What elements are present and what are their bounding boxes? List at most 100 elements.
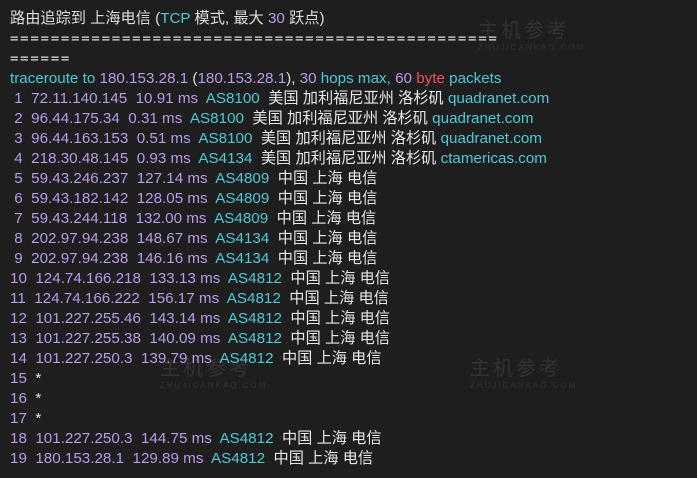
hop-asn: AS4812 [227, 310, 282, 327]
hop-row: 18 101.227.250.3 144.75 ms AS4812 中国 上海 … [10, 429, 697, 449]
hop-number: 10 [10, 270, 27, 287]
hop-number: 11 [10, 290, 26, 307]
hop-location: 中国 上海 电信 [273, 450, 374, 467]
hop-number: 1 [14, 90, 23, 107]
hop-latency: 144.75 ms [140, 430, 212, 447]
hop-row: 6 59.43.182.142 128.05 ms AS4809 中国 上海 电… [10, 189, 697, 209]
hop-asn: AS4809 [215, 190, 270, 207]
hop-latency: 10.91 ms [135, 90, 199, 107]
hop-number: 17 [10, 410, 27, 427]
hop-number: 4 [14, 150, 23, 167]
hop-latency: 140.09 ms [149, 330, 221, 347]
hop-asn: AS8100 [198, 130, 253, 147]
hop-location: 中国 上海 电信 [277, 250, 378, 267]
hop-asn: AS8100 [189, 110, 244, 127]
hop-latency: 133.13 ms [149, 270, 221, 287]
hop-asn: AS4809 [215, 170, 270, 187]
hop-location: 中国 上海 电信 [277, 170, 378, 187]
hop-latency: 129.89 ms [132, 450, 204, 467]
hop-number: 19 [10, 450, 27, 467]
hop-row: 2 96.44.175.34 0.31 ms AS8100 美国 加利福尼亚州 … [10, 109, 697, 129]
hop-row: 14 101.227.250.3 139.79 ms AS4812 中国 上海 … [10, 349, 697, 369]
hop-latency: 143.14 ms [149, 310, 221, 327]
hop-ip: 59.43.246.237 [31, 170, 129, 187]
hop-asn: AS4812 [226, 290, 281, 307]
hop-number: 14 [10, 350, 27, 367]
hop-ip: 202.97.94.238 [31, 250, 129, 267]
hop-ip: 59.43.244.118 [31, 210, 128, 227]
header-suffix: 跃点) [284, 10, 325, 27]
hop-row: 4 218.30.48.145 0.93 ms AS4134 美国 加利福尼亚州… [10, 149, 697, 169]
hop-number: 2 [14, 110, 23, 127]
hop-ip: * [35, 410, 42, 427]
hop-latency: 0.31 ms [128, 110, 183, 127]
hop-asn: AS4812 [211, 450, 266, 467]
hop-number: 3 [14, 130, 23, 147]
hop-asn: AS4812 [227, 270, 282, 287]
hop-asn: AS4809 [214, 210, 269, 227]
hop-latency: 139.79 ms [140, 350, 212, 367]
terminal-window[interactable]: 路由追踪到 上海电信 (TCP 模式, 最大 30 跃点) ==========… [0, 0, 697, 478]
hop-ip: 101.227.250.3 [35, 430, 133, 447]
traceroute-hops: 30 [299, 70, 317, 87]
hop-row: 11 124.74.166.222 156.17 ms AS4812 中国 上海… [10, 289, 697, 309]
hop-host: quadranet.com [432, 110, 534, 127]
hop-latency: 156.17 ms [148, 290, 220, 307]
hop-row: 5 59.43.246.237 127.14 ms AS4809 中国 上海 电… [10, 169, 697, 189]
hop-row: 7 59.43.244.118 132.00 ms AS4809 中国 上海 电… [10, 209, 697, 229]
hop-row: 8 202.97.94.238 148.67 ms AS4134 中国 上海 电… [10, 229, 697, 249]
traceroute-target-ip-paren: 180.153.28.1 [197, 70, 287, 87]
hop-row: 17 * [10, 409, 697, 429]
hop-number: 5 [14, 170, 23, 187]
hop-ip: * [35, 390, 42, 407]
header-protocol: TCP [160, 10, 191, 27]
hop-latency: 127.14 ms [136, 170, 208, 187]
hop-location: 中国 上海 电信 [290, 330, 390, 347]
hop-asn: AS4812 [227, 330, 282, 347]
hop-number: 8 [14, 230, 23, 247]
hop-row: 12 101.227.255.46 143.14 ms AS4812 中国 上海… [10, 309, 697, 329]
traceroute-byte-count: 60 [395, 70, 412, 87]
traceroute-target-ip: 180.153.28.1 [99, 70, 189, 87]
hop-location: 美国 加利福尼亚州 洛杉矶 [268, 90, 444, 107]
traceroute-paren-close: ), [286, 70, 300, 87]
hop-location: 中国 上海 电信 [276, 210, 377, 227]
header-line: 路由追踪到 上海电信 (TCP 模式, 最大 30 跃点) [10, 9, 697, 29]
hop-asn: AS4812 [219, 350, 274, 367]
traceroute-packets-label: packets [444, 70, 502, 87]
hop-row: 16 * [10, 389, 697, 409]
hop-asn: AS4134 [215, 230, 270, 247]
traceroute-cmd: traceroute to [10, 70, 100, 87]
hop-latency: 0.51 ms [136, 130, 191, 147]
hop-ip: 101.227.255.46 [35, 310, 141, 327]
hop-row: 15 * [10, 369, 697, 389]
hop-ip: 101.227.250.3 [35, 350, 133, 367]
hop-ip: 96.44.163.153 [31, 130, 129, 147]
hop-location: 中国 上海 电信 [277, 190, 378, 207]
hop-row: 9 202.97.94.238 146.16 ms AS4134 中国 上海 电… [10, 249, 697, 269]
hop-row: 13 101.227.255.38 140.09 ms AS4812 中国 上海… [10, 329, 697, 349]
hop-row: 10 124.74.166.218 133.13 ms AS4812 中国 上海… [10, 269, 697, 289]
hop-list: 1 72.11.140.145 10.91 ms AS8100 美国 加利福尼亚… [10, 89, 697, 469]
hop-location: 中国 上海 电信 [289, 290, 389, 307]
hop-asn: AS4812 [219, 430, 274, 447]
hop-location: 中国 上海 电信 [281, 350, 382, 367]
hop-location: 美国 加利福尼亚州 洛杉矶 [260, 130, 437, 147]
separator-line-continued: ====== [10, 51, 72, 67]
hop-ip: 72.11.140.145 [31, 90, 128, 107]
hop-host: quadranet.com [447, 90, 550, 107]
hop-location: 美国 加利福尼亚州 洛杉矶 [260, 150, 437, 167]
hop-ip: 101.227.255.38 [35, 330, 141, 347]
hop-number: 18 [10, 430, 27, 447]
hop-number: 7 [14, 210, 23, 227]
hop-location: 中国 上海 电信 [290, 310, 390, 327]
hop-ip: 180.153.28.1 [35, 450, 125, 467]
hop-latency: 148.67 ms [136, 230, 208, 247]
hop-ip: 59.43.182.142 [31, 190, 129, 207]
hop-ip: 202.97.94.238 [31, 230, 129, 247]
hop-latency: 146.16 ms [136, 250, 208, 267]
hop-number: 15 [10, 370, 27, 387]
hop-latency: 132.00 ms [135, 210, 207, 227]
hop-ip: 218.30.48.145 [31, 150, 129, 167]
hop-number: 6 [14, 190, 23, 207]
